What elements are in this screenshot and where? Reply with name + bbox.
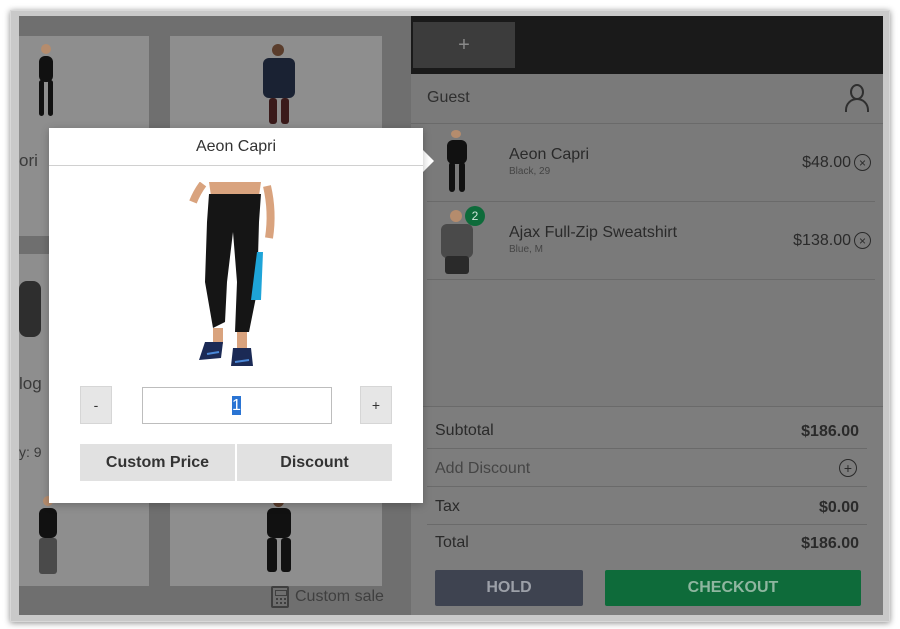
increase-quantity-button[interactable]: + — [360, 386, 392, 424]
decrease-quantity-button[interactable]: - — [80, 386, 112, 424]
cart-tabs-bar: + — [411, 16, 883, 74]
remove-item-icon[interactable]: × — [854, 232, 871, 249]
app-window: ori log y: 9 Custom sale + Guest Aeon Ca… — [10, 10, 890, 622]
add-discount-icon[interactable]: + — [839, 459, 857, 477]
total-row: Total $186.00 — [427, 525, 867, 561]
customer-name: Guest — [427, 89, 470, 106]
add-discount-row[interactable]: Add Discount + — [427, 451, 867, 487]
quantity-value-text: 1 — [232, 397, 241, 414]
product-image — [259, 496, 299, 582]
cart-item-price: $138.00 — [793, 232, 851, 249]
product-qty-partial: y: 9 — [19, 444, 42, 460]
subtotal-label: Subtotal — [435, 422, 494, 439]
product-image — [33, 44, 61, 124]
cart-item-image — [441, 130, 475, 196]
cart-item-name: Aeon Capri — [509, 146, 590, 163]
tax-row: Tax $0.00 — [427, 489, 867, 525]
custom-sale-button[interactable]: Custom sale — [271, 586, 384, 608]
subtotal-row: Subtotal $186.00 — [427, 413, 867, 449]
quantity-badge: 2 — [465, 206, 485, 226]
product-image — [259, 44, 299, 124]
hold-button[interactable]: HOLD — [435, 570, 583, 606]
customer-row[interactable]: Guest — [411, 74, 883, 124]
product-image — [33, 496, 63, 582]
cart-item[interactable]: Aeon Capri Black, 29 $48.00 × — [427, 124, 875, 202]
pos-screen: ori log y: 9 Custom sale + Guest Aeon Ca… — [19, 16, 883, 615]
total-label: Total — [435, 534, 469, 551]
cart-item-options: Black, 29 — [509, 166, 551, 177]
cart-item-options: Blue, M — [509, 244, 543, 255]
totals-panel: Subtotal $186.00 Add Discount + Tax $0.0… — [411, 406, 883, 615]
product-name-partial: ori — [19, 151, 38, 170]
cart-item[interactable]: 2 Ajax Full-Zip Sweatshirt Blue, M $138.… — [427, 202, 875, 280]
product-edit-popover: Aeon Capri - 1 + — [49, 128, 423, 503]
cart-item-name: Ajax Full-Zip Sweatshirt — [509, 224, 678, 241]
subtotal-value: $186.00 — [801, 423, 859, 440]
total-value: $186.00 — [801, 535, 859, 552]
cart-item-price: $48.00 — [802, 154, 851, 171]
custom-price-button[interactable]: Custom Price — [80, 444, 235, 481]
discount-button[interactable]: Discount — [237, 444, 392, 481]
product-image — [19, 281, 43, 341]
popover-title: Aeon Capri — [49, 128, 423, 166]
custom-sale-label: Custom sale — [295, 588, 384, 605]
add-discount-label: Add Discount — [435, 460, 531, 477]
tax-label: Tax — [435, 498, 460, 515]
calculator-icon — [271, 586, 289, 608]
product-image — [189, 182, 275, 366]
product-name-partial: log — [19, 374, 42, 393]
cart-panel: + Guest Aeon Capri Black, 29 $48.00 × 2 … — [411, 16, 883, 615]
user-icon[interactable] — [845, 84, 869, 112]
checkout-button[interactable]: CHECKOUT — [605, 570, 861, 606]
add-cart-tab-button[interactable]: + — [413, 22, 515, 68]
remove-item-icon[interactable]: × — [854, 154, 871, 171]
tax-value: $0.00 — [818, 499, 859, 516]
popover-arrow — [423, 150, 434, 172]
